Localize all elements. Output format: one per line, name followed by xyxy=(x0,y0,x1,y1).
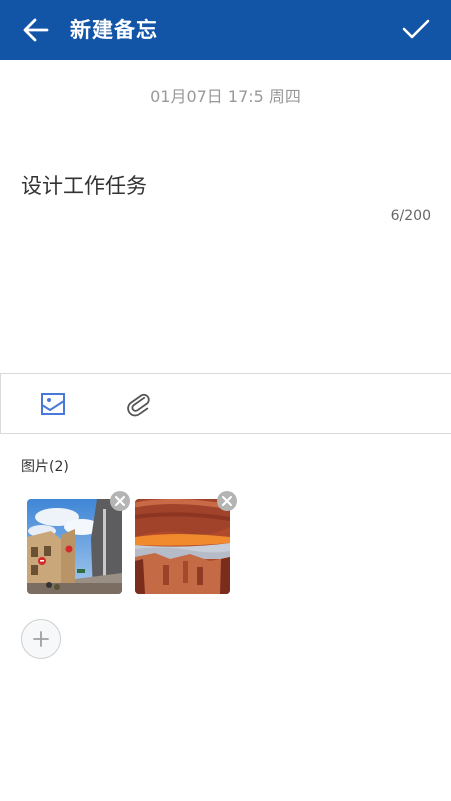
image-icon xyxy=(41,393,65,415)
images-section-label: 图片(2) xyxy=(21,459,69,475)
canyon-arch-photo xyxy=(135,499,230,594)
plus-icon xyxy=(33,631,49,647)
app-header: 新建备忘 xyxy=(0,0,451,60)
close-icon xyxy=(115,496,125,506)
street-photo xyxy=(27,499,122,594)
arrow-left-icon xyxy=(23,18,49,42)
note-content-input[interactable]: 设计工作任务 xyxy=(21,171,147,201)
attach-file-button[interactable] xyxy=(125,390,153,418)
add-image-button[interactable] xyxy=(21,619,61,659)
image-thumbnail-street[interactable] xyxy=(27,499,122,594)
note-date: 01月07日 17:5 周四 xyxy=(150,87,301,106)
remove-image-button[interactable] xyxy=(217,491,237,511)
paperclip-icon xyxy=(127,393,150,417)
attachment-toolbar xyxy=(0,373,451,434)
remove-image-button[interactable] xyxy=(110,491,130,511)
close-icon xyxy=(222,496,232,506)
character-counter: 6/200 xyxy=(390,208,431,224)
image-thumbnail-canyon[interactable] xyxy=(135,499,230,594)
page-title: 新建备忘 xyxy=(70,18,158,42)
insert-image-button[interactable] xyxy=(40,391,66,417)
checkmark-icon xyxy=(402,19,430,39)
back-button[interactable] xyxy=(22,16,50,44)
save-button[interactable] xyxy=(401,14,431,44)
